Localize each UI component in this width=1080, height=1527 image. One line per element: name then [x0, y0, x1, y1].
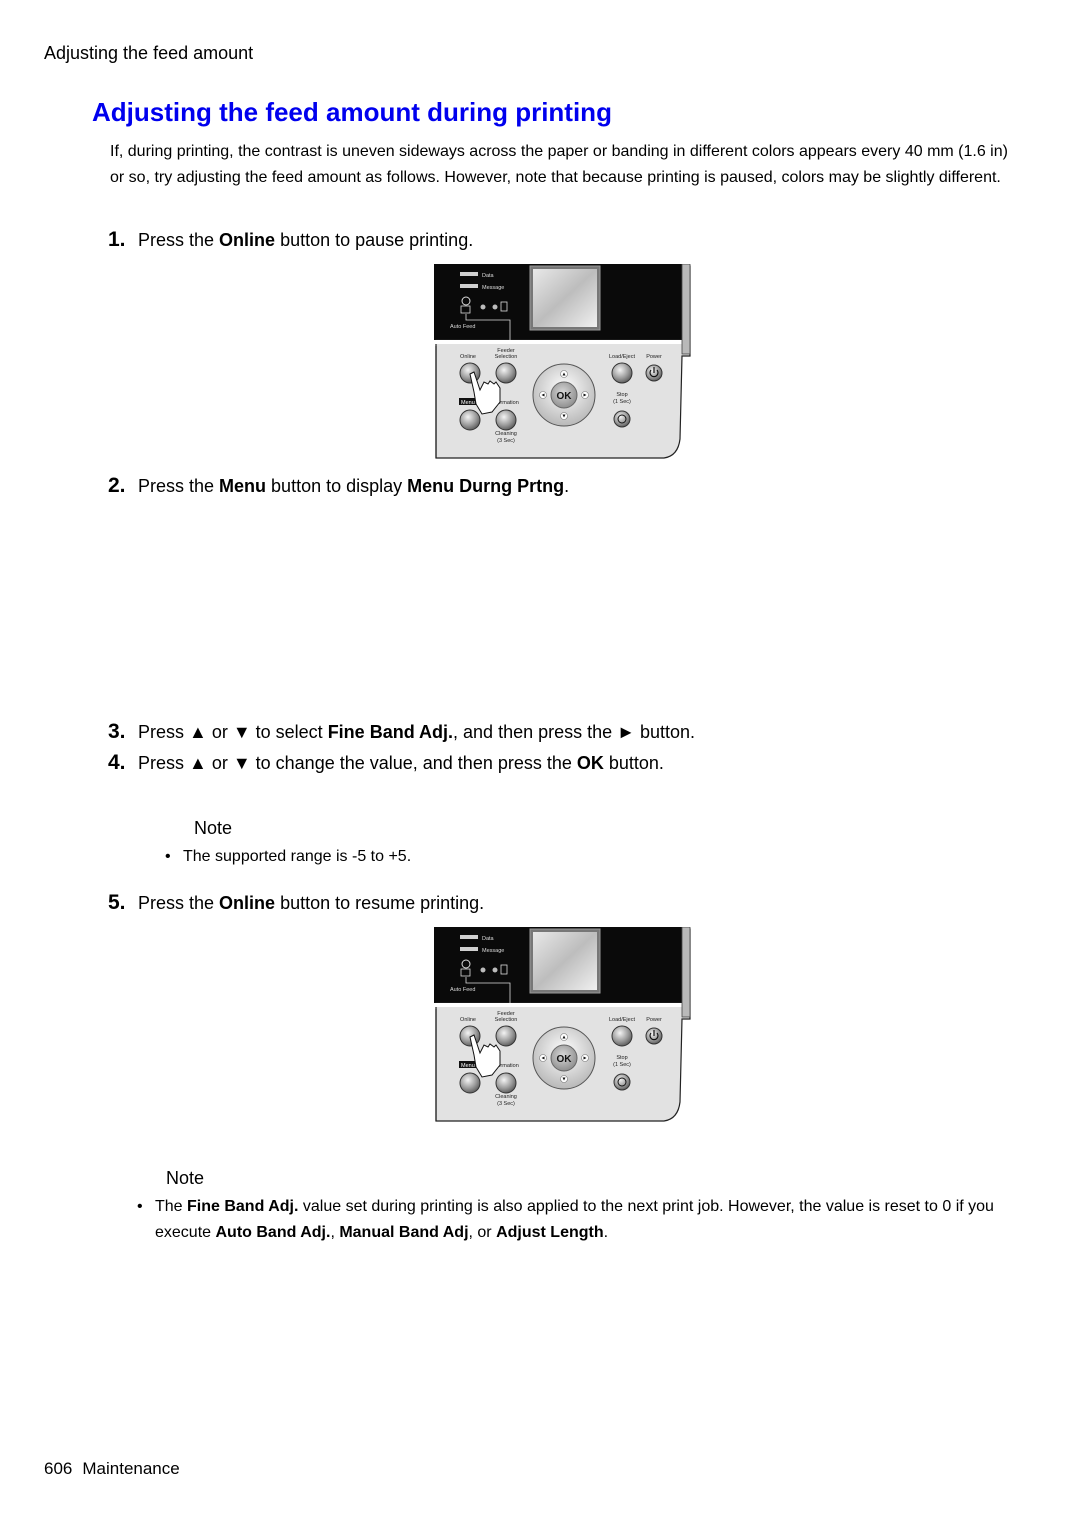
panel-label-ok: OK [557, 391, 573, 402]
step-text: . [564, 476, 570, 496]
step-5: 5. Press the Online button to resume prin… [108, 891, 484, 915]
panel-label-menu: Menu [461, 1063, 475, 1069]
panel-label-led-message: Message [482, 285, 504, 291]
panel-label-cleaning-2: (3 Sec) [497, 438, 515, 444]
panel-label-led-data: Data [482, 936, 495, 942]
panel-label-power: Power [646, 1017, 662, 1023]
panel-label-feeder-2: Selection [495, 354, 518, 360]
step-number: 5. [108, 891, 126, 914]
step-4: 4. Press ▲ or ▼ to change the value, and … [108, 751, 664, 775]
panel-label-load-eject: Load/Eject [609, 354, 635, 360]
step-number: 3. [108, 720, 126, 743]
step-text: , and then press the ► button. [453, 722, 696, 742]
step-text: Press the [138, 230, 220, 250]
step-number: 1. [108, 228, 126, 251]
note-bold: Manual Band Adj [339, 1224, 469, 1241]
note-item: • The supported range is -5 to +5. [165, 844, 411, 870]
panel-label-cleaning-1: Cleaning [495, 1094, 517, 1100]
lcd-screen [529, 265, 601, 331]
panel-label-stop-2: (1 Sec) [613, 399, 631, 405]
lcd-screen [529, 928, 601, 994]
note-heading: Note [194, 818, 233, 838]
panel-label-load-eject: Load/Eject [609, 1017, 635, 1023]
panel-label-cleaning-2: (3 Sec) [497, 1101, 515, 1107]
step-text: button to pause printing. [275, 230, 474, 250]
step-number: 2. [108, 474, 126, 497]
panel-label-auto-feed: Auto Feed [450, 987, 475, 993]
section-name: Maintenance [82, 1459, 180, 1478]
note-bold: Auto Band Adj. [215, 1224, 331, 1241]
note-text: The supported range is -5 to +5. [183, 848, 412, 865]
step-text: button to resume printing. [275, 893, 485, 913]
step-bold: OK [576, 753, 604, 773]
note-text: , [330, 1224, 340, 1241]
page-number: 606 [44, 1459, 73, 1478]
note-bold: Fine Band Adj. [187, 1198, 299, 1215]
step-text: button. [603, 753, 664, 773]
intro-paragraph: If, during printing, the contrast is une… [110, 143, 1008, 186]
note-bold: Adjust Length [496, 1224, 604, 1241]
note-text: The [155, 1198, 188, 1215]
panel-label-stop-2: (1 Sec) [613, 1062, 631, 1068]
section-title: Adjusting the feed amount during printin… [92, 97, 612, 127]
note-item: • The Fine Band Adj. value set during pri… [137, 1194, 1025, 1246]
step-number: 4. [108, 751, 126, 774]
step-text: Press ▲ or ▼ to change the value, and th… [138, 753, 577, 773]
step-text: Press the [138, 893, 220, 913]
bullet: • [165, 848, 171, 865]
panel-label-cleaning-1: Cleaning [495, 431, 517, 437]
step-1: 1. Press the Online button to pause print… [108, 228, 473, 252]
panel-label-feeder-2: Selection [495, 1017, 518, 1023]
note-text: . [603, 1224, 609, 1241]
panel-label-power: Power [646, 354, 662, 360]
step-text: button to display [266, 476, 408, 496]
panel-label-online: Online [460, 354, 476, 360]
step-text: Press the [138, 476, 220, 496]
step-bold: Online [219, 230, 276, 250]
page-footer: 606 Maintenance [44, 1459, 180, 1479]
panel-label-led-data: Data [482, 273, 495, 279]
note-text: , or [468, 1224, 497, 1241]
control-panel-illustration: Data Message Auto Feed Online Feeder Sel… [434, 926, 696, 1128]
step-2: 2. Press the Menu button to display Menu … [108, 474, 569, 498]
bullet: • [137, 1198, 143, 1215]
panel-label-led-message: Message [482, 948, 504, 954]
step-bold: Menu [219, 476, 267, 496]
step-bold: Menu Durng Prtng [407, 476, 565, 496]
panel-label-auto-feed: Auto Feed [450, 324, 475, 330]
step-text: Press ▲ or ▼ to select [138, 722, 328, 742]
step-3: 3. Press ▲ or ▼ to select Fine Band Adj.,… [108, 720, 695, 744]
panel-label-stop-1: Stop [616, 392, 627, 398]
control-panel-illustration: Data Message Auto Feed Online Feeder Sel… [434, 263, 696, 465]
panel-label-stop-1: Stop [616, 1055, 627, 1061]
panel-label-menu: Menu [461, 400, 475, 406]
running-head: Adjusting the feed amount [44, 43, 254, 63]
step-bold: Fine Band Adj. [327, 722, 454, 742]
step-bold: Online [219, 893, 276, 913]
panel-label-online: Online [460, 1017, 476, 1023]
note-heading: Note [166, 1168, 205, 1188]
panel-label-ok: OK [557, 1054, 573, 1065]
